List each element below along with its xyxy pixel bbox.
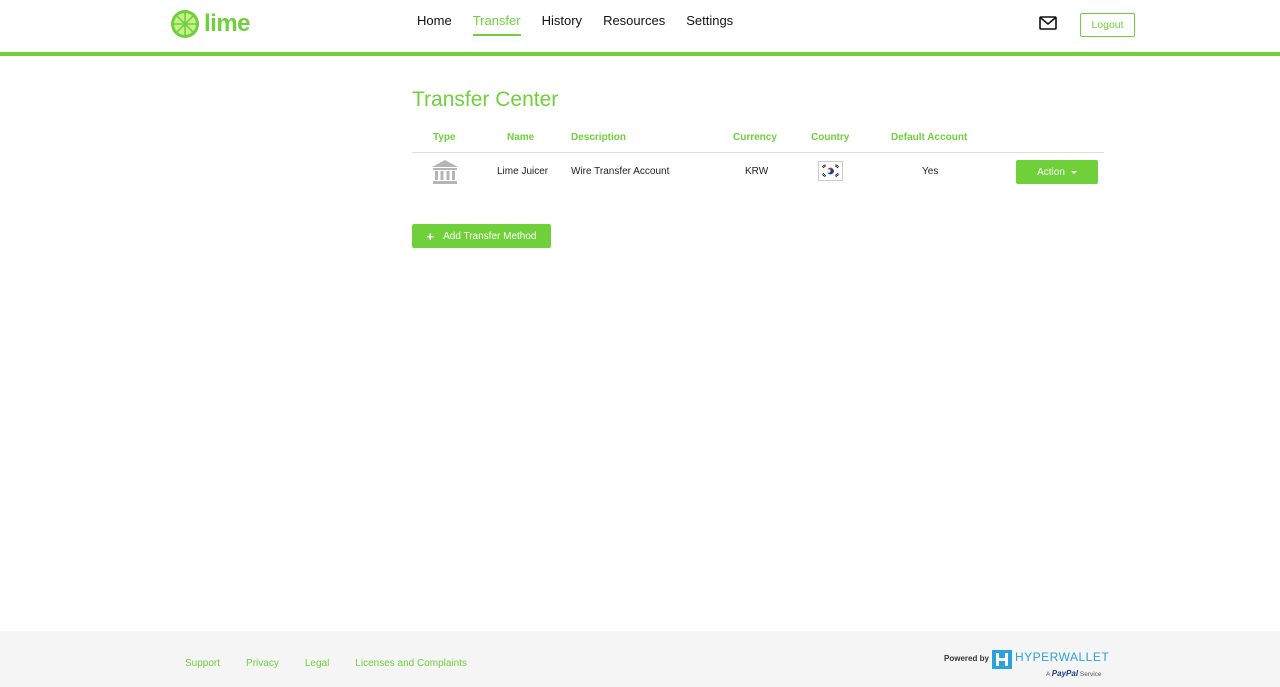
top-header: lime Home Transfer History Resources Set… [0,0,1280,53]
footer-links: Support Privacy Legal Licenses and Compl… [185,658,493,669]
column-country: Country [811,132,850,143]
logout-button[interactable]: Logout [1080,13,1135,37]
add-transfer-method-label: Add Transfer Method [443,230,537,242]
table-header: Type Name Description Currency Country D… [412,126,1104,153]
header-accent-bar [0,52,1280,56]
hyperwallet-logo-icon [992,650,1012,669]
column-currency: Currency [733,132,777,143]
nav-resources[interactable]: Resources [603,13,665,36]
lime-slice-icon [171,10,199,38]
nav-settings[interactable]: Settings [686,13,733,36]
column-description: Description [571,132,627,143]
envelope-icon[interactable] [1039,16,1057,30]
action-dropdown-button[interactable]: Action [1016,160,1098,184]
nav-home[interactable]: Home [417,13,452,36]
action-label: Action [1037,166,1065,178]
bank-icon [432,160,458,184]
paypal-brand: PayPal [1051,669,1079,678]
row-currency: KRW [745,166,769,177]
page-title: Transfer Center [412,88,559,111]
row-default-account: Yes [922,166,939,177]
column-type: Type [433,132,456,143]
powered-by-hyperwallet[interactable]: Powered by HYPERWALLET A PayPal Service [944,650,1109,680]
south-korea-flag-icon [818,161,843,181]
footer-link-privacy[interactable]: Privacy [246,658,279,669]
powered-by-text: Powered by [944,654,989,663]
footer-link-licenses[interactable]: Licenses and Complaints [355,658,467,669]
row-name: Lime Juicer [497,166,549,177]
table-row: Lime Juicer Wire Transfer Account KRW Ye… [412,153,1104,191]
column-name: Name [507,132,535,143]
logo-text: lime [204,10,251,37]
nav-history[interactable]: History [542,13,582,36]
main-nav: Home Transfer History Resources Settings [417,13,754,36]
footer: Support Privacy Legal Licenses and Compl… [0,631,1280,687]
row-description: Wire Transfer Account [571,166,670,177]
column-default-account: Default Account [891,132,968,143]
nav-transfer[interactable]: Transfer [472,13,521,36]
footer-link-legal[interactable]: Legal [305,658,329,669]
caret-down-icon [1070,170,1077,174]
paypal-service-line: A PayPal Service [1046,669,1102,678]
lime-logo[interactable]: lime [170,9,251,39]
add-transfer-method-button[interactable]: + Add Transfer Method [412,224,551,248]
hyperwallet-text: HYPERWALLET [1015,650,1110,664]
plus-icon: + [426,228,435,244]
footer-link-support[interactable]: Support [185,658,220,669]
